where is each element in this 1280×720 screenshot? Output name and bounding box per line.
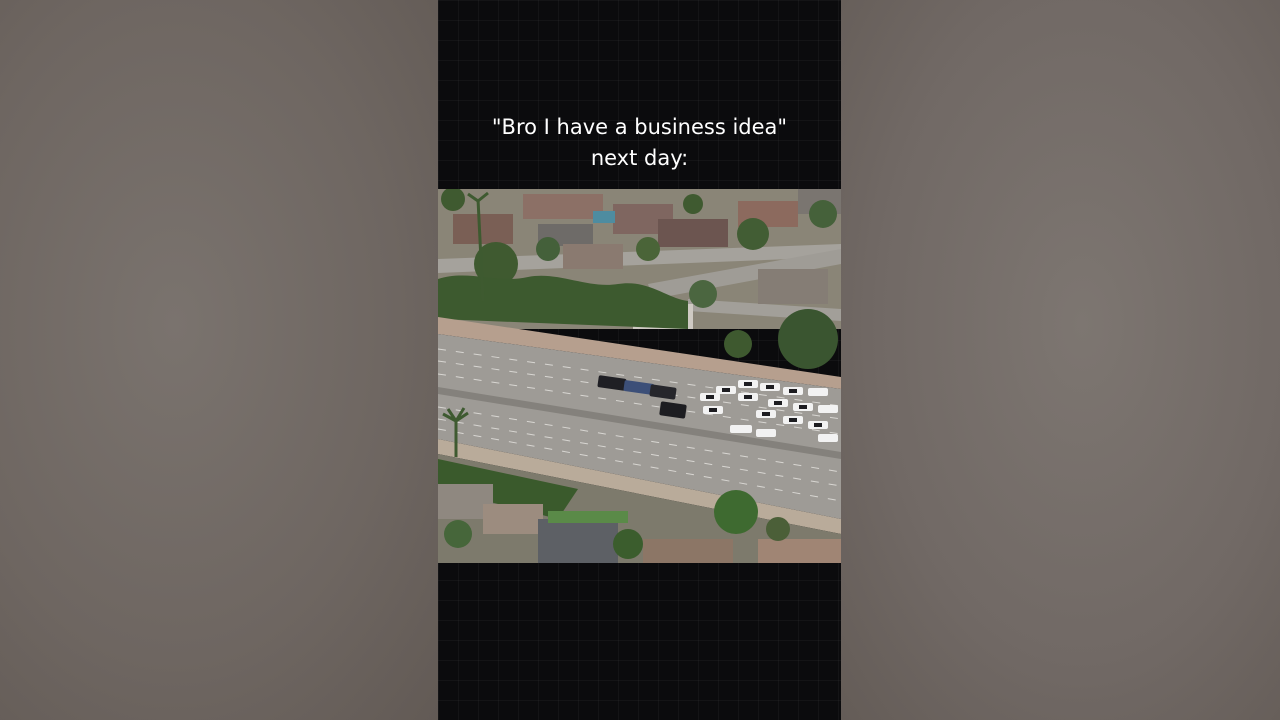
caption-line-2: next day: xyxy=(590,146,689,170)
blurred-background-left xyxy=(0,0,438,720)
blurred-background-right xyxy=(841,0,1280,720)
aerial-freeway-image xyxy=(438,189,841,563)
caption-line-1: "Bro I have a business idea" xyxy=(491,115,788,139)
video-caption: "Bro I have a business idea" next day: xyxy=(438,112,841,174)
aerial-scene-svg xyxy=(438,189,841,563)
short-video-player[interactable]: "Bro I have a business idea" next day: xyxy=(438,0,841,720)
